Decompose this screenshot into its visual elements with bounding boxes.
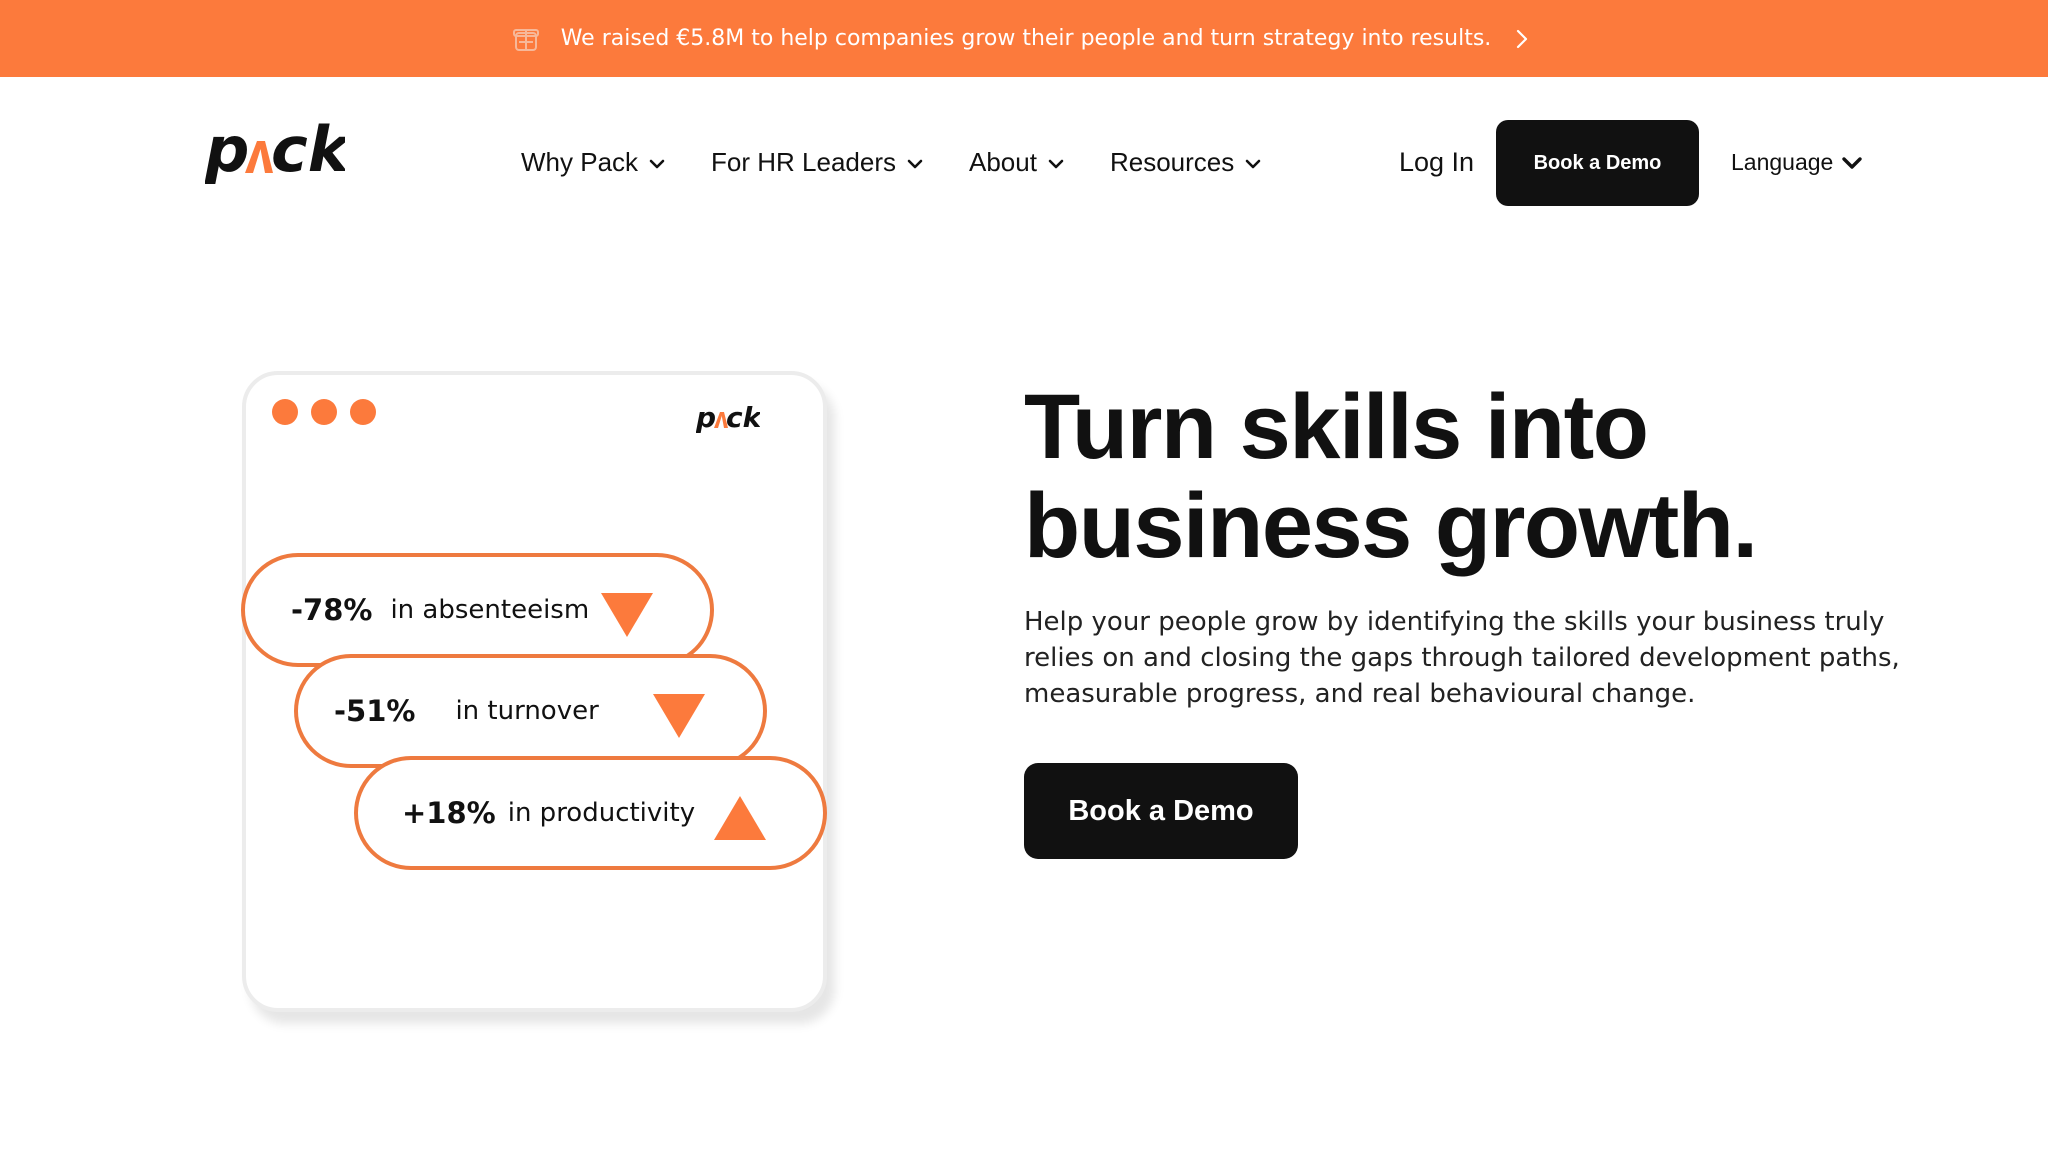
- language-selector[interactable]: Language: [1731, 77, 1863, 247]
- book-demo-header-button[interactable]: Book a Demo: [1496, 120, 1699, 206]
- stat-label: in productivity: [507, 798, 696, 828]
- book-demo-hero-button[interactable]: Book a Demo: [1024, 763, 1298, 859]
- stat-value: -51%: [334, 694, 416, 728]
- pack-logo[interactable]: p ck: [204, 113, 353, 197]
- pack-logo-small: p ck: [695, 397, 764, 437]
- stat-pill-productivity: +18% in productivity: [354, 756, 827, 870]
- svg-text:p: p: [696, 401, 716, 434]
- stat-pill-turnover: -51% in turnover: [294, 654, 767, 768]
- svg-text:p: p: [205, 117, 249, 186]
- stat-value: -78%: [291, 593, 373, 627]
- stat-value: +18%: [402, 796, 496, 830]
- announcement-bar[interactable]: We raised €5.8M to help companies grow t…: [0, 0, 2048, 77]
- hero-title-line1: Turn skills into: [1024, 376, 1649, 478]
- window-dot: [311, 399, 337, 425]
- nav-label: For HR Leaders: [711, 146, 896, 177]
- window-dot: [350, 399, 376, 425]
- login-link[interactable]: Log In: [1399, 77, 1474, 247]
- nav-about[interactable]: About: [969, 147, 1065, 178]
- stat-label: in absenteeism: [390, 595, 590, 625]
- nav-why-pack[interactable]: Why Pack: [521, 147, 666, 178]
- nav-label: About: [969, 146, 1037, 177]
- announcement-text[interactable]: We raised €5.8M to help companies grow t…: [561, 26, 1492, 51]
- nav-label: Why Pack: [521, 146, 639, 177]
- stat-label: in turnover: [455, 696, 599, 726]
- hero-title: Turn skills into business growth.: [1024, 378, 1924, 576]
- stat-pill-absenteeism: -78% in absenteeism: [241, 553, 714, 667]
- nav-resources[interactable]: Resources: [1110, 147, 1262, 178]
- arrow-up-icon: [714, 796, 766, 840]
- hero-subtitle: Help your people grow by identifying the…: [1024, 607, 1900, 709]
- svg-text:ck: ck: [726, 401, 760, 434]
- window-dots: [272, 399, 389, 425]
- chevron-down-icon: [1245, 159, 1261, 169]
- chevron-right-icon[interactable]: [1515, 29, 1535, 49]
- window-dot: [272, 399, 298, 425]
- gift-icon: [512, 25, 541, 53]
- nav-label: Resources: [1109, 146, 1235, 177]
- chevron-down-icon: [1048, 159, 1064, 169]
- main-nav: Why Pack For HR Leaders About Resources: [521, 77, 1307, 247]
- hero-title-line2: business growth.: [1024, 475, 1758, 577]
- site-header: p ck Why Pack For HR Leaders About Resou…: [0, 77, 2048, 247]
- nav-for-hr-leaders[interactable]: For HR Leaders: [711, 147, 924, 178]
- language-label: Language: [1731, 148, 1834, 175]
- chevron-down-icon: [1842, 157, 1863, 169]
- svg-text:ck: ck: [271, 117, 345, 186]
- chevron-down-icon: [649, 159, 665, 169]
- arrow-down-icon: [653, 694, 705, 738]
- arrow-down-icon: [601, 593, 653, 637]
- chevron-down-icon: [907, 159, 923, 169]
